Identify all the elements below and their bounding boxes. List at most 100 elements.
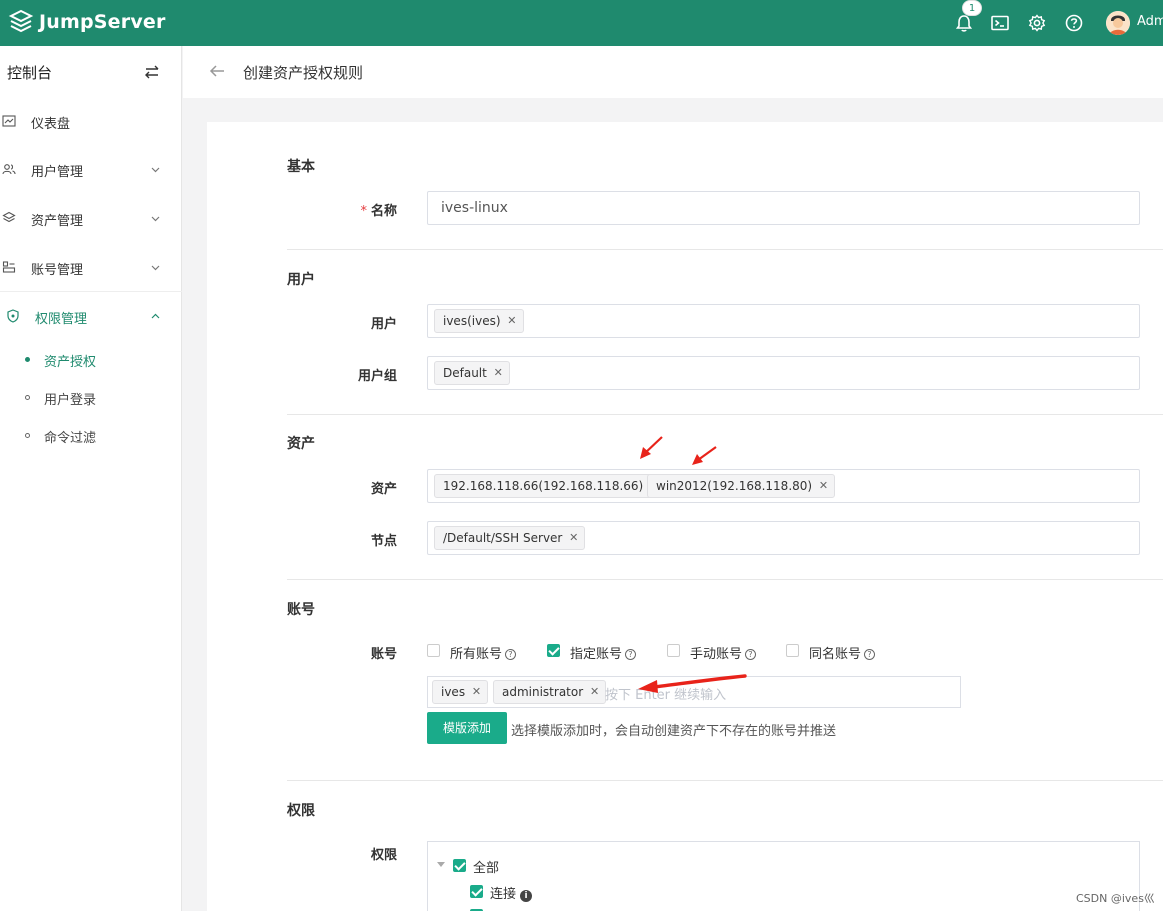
caret-down-icon[interactable]	[437, 862, 445, 867]
swap-icon[interactable]	[143, 63, 161, 81]
sidebar-item-users[interactable]: 用户管理	[0, 148, 182, 192]
option-text: 同名账号	[809, 647, 862, 662]
sidebar-subitem-label: 用户登录	[44, 393, 97, 408]
users-label: 用户	[370, 317, 397, 332]
notification-badge: 1	[962, 0, 982, 16]
sidebar-subitem-label: 命令过滤	[44, 431, 97, 446]
question-icon[interactable]: ?	[864, 649, 876, 660]
checkbox-perm-connect[interactable]	[470, 885, 483, 898]
checkbox-manual-accounts[interactable]	[667, 644, 680, 657]
account-icon	[2, 261, 16, 273]
accounts-label: 账号	[370, 647, 397, 662]
sidebar-subitem-command-filter[interactable]: 命令过滤	[0, 419, 182, 453]
close-icon[interactable]: ✕	[819, 475, 828, 497]
section-title-user: 用户	[287, 272, 315, 288]
section-divider	[287, 414, 1163, 415]
section-divider	[287, 579, 1163, 580]
required-asterisk: *	[360, 204, 367, 219]
bell-icon[interactable]	[954, 13, 974, 33]
jumpserver-logo-icon	[8, 9, 34, 33]
section-divider	[287, 249, 1163, 250]
sidebar-item-label: 账号管理	[31, 263, 84, 278]
template-add-button[interactable]: 模版添加	[427, 712, 507, 744]
tag-text: ives	[441, 685, 466, 699]
template-help-text: 选择模版添加时，会自动创建资产下不存在的账号并推送	[511, 724, 837, 739]
name-label-text: 名称	[370, 204, 397, 219]
back-arrow-icon[interactable]	[208, 62, 226, 80]
sidebar-item-permissions[interactable]: 权限管理	[0, 295, 182, 339]
dashboard-icon	[2, 115, 16, 127]
checkbox-specified-accounts[interactable]	[547, 644, 560, 657]
user-name[interactable]: Adm	[1137, 14, 1163, 29]
node-tag: /Default/SSH Server ✕	[434, 526, 586, 550]
gear-icon[interactable]	[1027, 13, 1047, 33]
top-bar: JumpServer 1 Adm	[0, 0, 1163, 46]
nodes-label: 节点	[370, 534, 397, 549]
checkbox-all-accounts[interactable]	[427, 644, 440, 657]
option-label: 所有账号?	[450, 643, 517, 662]
sidebar-item-assets[interactable]: 资产管理	[0, 197, 182, 241]
bullet-dot	[25, 395, 30, 400]
sidebar-item-label: 用户管理	[31, 165, 84, 180]
page-title: 创建资产授权规则	[243, 64, 364, 82]
option-text: 所有账号	[450, 647, 503, 662]
sidebar-subitem-asset-permission[interactable]: 资产授权	[0, 343, 182, 377]
group-tag: Default ✕	[434, 361, 510, 385]
sidebar-subitem-label: 资产授权	[44, 355, 97, 370]
users-select[interactable]: ives(ives) ✕	[427, 304, 1140, 338]
tree-node-text: 连接	[490, 887, 517, 902]
bullet-dot	[25, 357, 30, 362]
bullet-dot	[25, 433, 30, 438]
asset-tag: win2012(192.168.118.80) ✕	[647, 474, 836, 498]
tag-text: 192.168.118.66(192.168.118.66)	[443, 479, 644, 493]
logo[interactable]: JumpServer	[8, 9, 166, 35]
option-text: 指定账号	[570, 647, 623, 662]
checkbox-same-name-accounts[interactable]	[786, 644, 799, 657]
chevron-down-icon	[151, 265, 160, 271]
sidebar: 控制台 仪表盘 用户管理 资产管理 账号管理 权限管理 资产授权 用户登录 命令…	[0, 46, 182, 911]
terminal-icon[interactable]	[990, 13, 1010, 33]
page-header: 创建资产授权规则	[183, 46, 1163, 98]
close-icon[interactable]: ✕	[507, 310, 516, 332]
sidebar-divider	[0, 291, 182, 292]
chevron-down-icon	[151, 167, 160, 173]
assets-select[interactable]: 192.168.118.66(192.168.118.66) ✕ win2012(…	[427, 469, 1140, 503]
annotation-arrow-icon	[640, 436, 663, 459]
close-icon[interactable]: ✕	[494, 362, 503, 384]
question-icon[interactable]: ?	[745, 649, 757, 660]
form-card	[207, 122, 1163, 911]
option-label: 同名账号?	[809, 643, 876, 662]
permission-tree: 全部 连接 i	[427, 841, 1140, 911]
groups-label: 用户组	[357, 369, 397, 384]
chevron-up-icon	[151, 313, 160, 319]
option-label: 手动账号?	[690, 643, 757, 662]
sidebar-subitem-login-acl[interactable]: 用户登录	[0, 381, 182, 415]
name-label: * 名称	[287, 200, 397, 219]
tree-node-label: 全部	[473, 861, 500, 876]
close-icon[interactable]: ✕	[472, 681, 481, 703]
app-name: JumpServer	[39, 11, 166, 33]
question-icon[interactable]: ?	[625, 649, 637, 660]
annotation-arrow-icon	[692, 446, 717, 465]
tag-text: ives(ives)	[443, 314, 501, 328]
groups-select[interactable]: Default ✕	[427, 356, 1140, 390]
close-icon[interactable]: ✕	[590, 681, 599, 703]
layers-icon	[2, 211, 16, 223]
users-icon	[2, 164, 16, 175]
info-icon[interactable]: i	[520, 890, 533, 902]
sidebar-item-dashboard[interactable]: 仪表盘	[0, 100, 182, 144]
tag-text: win2012(192.168.118.80)	[656, 479, 813, 493]
close-icon[interactable]: ✕	[569, 527, 578, 549]
avatar[interactable]	[1106, 11, 1130, 35]
nodes-select[interactable]: /Default/SSH Server ✕	[427, 521, 1140, 555]
help-circle-icon[interactable]	[1064, 13, 1084, 33]
shield-icon	[7, 309, 19, 323]
section-title-asset: 资产	[287, 436, 315, 452]
name-input[interactable]: ives-linux	[427, 191, 1140, 225]
account-tag: administrator ✕	[493, 680, 607, 704]
checkbox-perm-all[interactable]	[453, 859, 466, 872]
sidebar-item-accounts[interactable]: 账号管理	[0, 246, 182, 290]
question-icon[interactable]: ?	[505, 649, 517, 660]
perm-label: 权限	[370, 848, 397, 863]
name-input-value: ives-linux	[441, 200, 508, 216]
